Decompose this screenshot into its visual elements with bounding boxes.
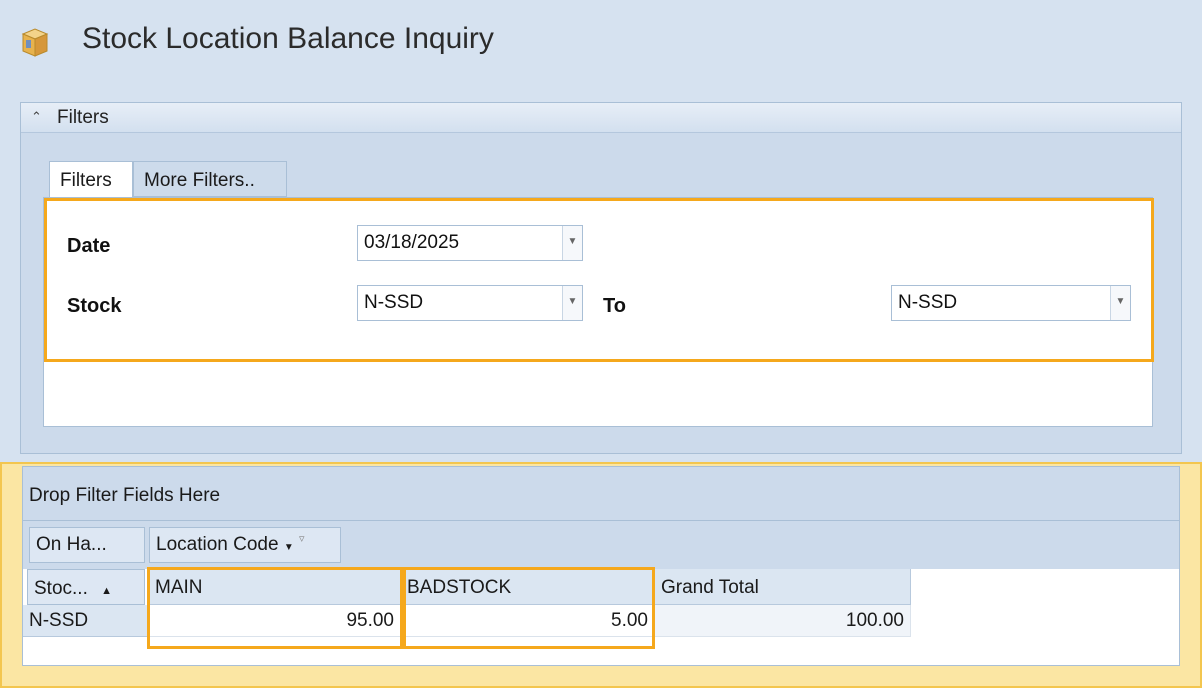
drop-area-label: Drop Filter Fields Here xyxy=(29,485,221,506)
stock-from-dropdown-icon[interactable]: ▼ xyxy=(562,286,582,320)
filter-drop-area[interactable]: Drop Filter Fields Here xyxy=(23,467,1179,521)
tab-more-filters[interactable]: More Filters.. xyxy=(133,161,287,197)
column-field-label: Location Code xyxy=(156,534,279,555)
stock-to-value: N-SSD xyxy=(898,292,958,313)
row-field-label: Stoc... xyxy=(34,578,88,599)
box-icon xyxy=(21,28,49,57)
table-row: N-SSD 95.00 5.00 100.00 xyxy=(23,605,911,641)
row-field-button[interactable]: Stoc... ▲ xyxy=(27,569,145,605)
field-header-area: On Ha... Location Code ▼ ▿ xyxy=(23,521,1179,569)
filters-header[interactable]: ⌃ Filters xyxy=(21,103,1181,133)
stock-from-field[interactable]: N-SSD ▼ xyxy=(357,285,583,321)
sort-dropdown-icon[interactable]: ▼ xyxy=(284,542,294,553)
filter-icon[interactable]: ▿ xyxy=(299,533,305,545)
column-header-row: Stoc... ▲ MAIN BADSTOCK Grand Total xyxy=(23,569,911,605)
stock-label: Stock xyxy=(67,295,122,317)
stock-to-dropdown-icon[interactable]: ▼ xyxy=(1110,286,1130,320)
page-header: Stock Location Balance Inquiry xyxy=(0,0,1202,90)
chevron-up-icon[interactable]: ⌃ xyxy=(31,109,42,125)
stock-to-field[interactable]: N-SSD ▼ xyxy=(891,285,1131,321)
date-dropdown-icon[interactable]: ▼ xyxy=(562,226,582,260)
column-header-badstock[interactable]: BADSTOCK xyxy=(401,569,655,605)
cell-badstock[interactable]: 5.00 xyxy=(401,605,655,637)
column-field-button[interactable]: Location Code ▼ ▿ xyxy=(149,527,341,563)
column-header-grand-total[interactable]: Grand Total xyxy=(655,569,911,605)
date-value: 03/18/2025 xyxy=(364,232,460,253)
stock-to-label: To xyxy=(603,295,626,317)
column-header-main[interactable]: MAIN xyxy=(149,569,401,605)
filters-tab-panel: Date 03/18/2025 ▼ Stock N-SSD ▼ To N-SSD… xyxy=(43,197,1154,427)
filter-fields-highlight: Date 03/18/2025 ▼ Stock N-SSD ▼ To N-SSD… xyxy=(44,198,1154,362)
filters-group: ⌃ Filters Filters More Filters.. Date 03… xyxy=(20,102,1182,454)
date-field[interactable]: 03/18/2025 ▼ xyxy=(357,225,583,261)
filters-header-label: Filters xyxy=(57,107,109,128)
data-field-button[interactable]: On Ha... xyxy=(29,527,145,563)
stock-from-value: N-SSD xyxy=(364,292,424,313)
sort-asc-icon: ▲ xyxy=(101,585,113,597)
cell-grand-total[interactable]: 100.00 xyxy=(655,605,911,637)
date-label: Date xyxy=(67,235,111,257)
pivot-grid: Drop Filter Fields Here On Ha... Locatio… xyxy=(22,466,1180,666)
cell-main[interactable]: 95.00 xyxy=(149,605,401,637)
tab-filters[interactable]: Filters xyxy=(49,161,133,197)
row-header-n-ssd[interactable]: N-SSD xyxy=(23,605,149,637)
page-title: Stock Location Balance Inquiry xyxy=(82,22,494,55)
